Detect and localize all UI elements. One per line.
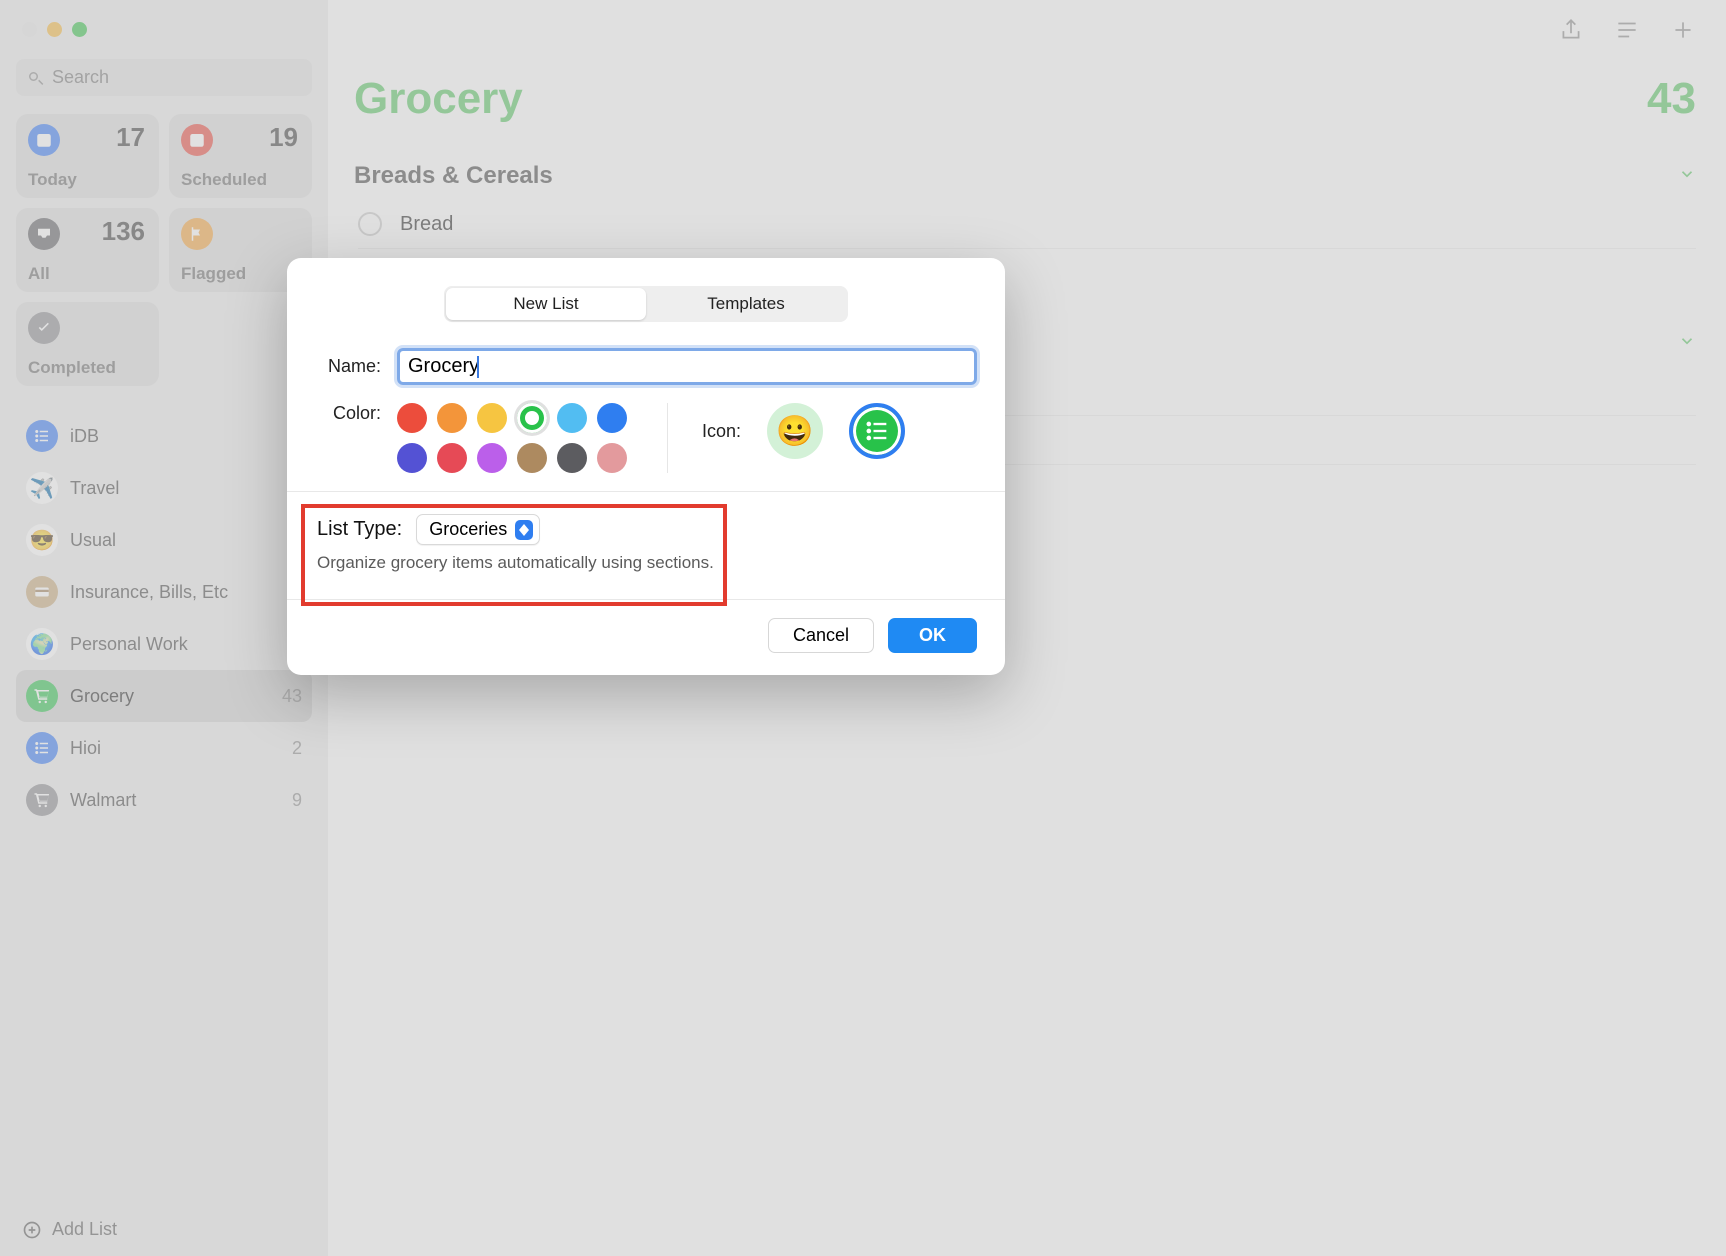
tab-new-list[interactable]: New List xyxy=(446,288,646,320)
color-swatch[interactable] xyxy=(557,403,587,433)
color-swatch[interactable] xyxy=(597,403,627,433)
ok-button[interactable]: OK xyxy=(888,618,977,653)
color-picker xyxy=(397,403,627,473)
dialog-tab-bar: New List Templates xyxy=(444,286,848,322)
color-swatch[interactable] xyxy=(517,443,547,473)
list-type-description: Organize grocery items automatically usi… xyxy=(317,553,975,573)
name-row: Name: Grocery xyxy=(315,348,977,385)
cancel-button[interactable]: Cancel xyxy=(768,618,874,653)
color-swatch[interactable] xyxy=(437,443,467,473)
updown-arrows-icon xyxy=(515,520,533,540)
color-swatch[interactable] xyxy=(437,403,467,433)
color-swatch[interactable] xyxy=(597,443,627,473)
list-type-select[interactable]: Groceries xyxy=(416,514,540,545)
color-swatch[interactable] xyxy=(397,443,427,473)
smile-emoji-icon: 😀 xyxy=(776,414,813,449)
color-label: Color: xyxy=(315,403,381,473)
divider xyxy=(287,491,1005,492)
name-label: Name: xyxy=(315,356,381,377)
color-swatch[interactable] xyxy=(557,443,587,473)
list-name-value: Grocery xyxy=(408,355,479,377)
tab-templates[interactable]: Templates xyxy=(646,288,846,320)
icon-option-bullet-list[interactable] xyxy=(849,403,905,459)
text-cursor xyxy=(477,356,479,378)
new-list-dialog: New List Templates Name: Grocery Color: … xyxy=(287,258,1005,675)
color-swatch[interactable] xyxy=(477,403,507,433)
divider xyxy=(287,599,1005,600)
list-type-value: Groceries xyxy=(429,519,507,540)
icon-option-emoji[interactable]: 😀 xyxy=(767,403,823,459)
color-swatch[interactable] xyxy=(517,403,547,433)
color-swatch[interactable] xyxy=(397,403,427,433)
color-swatch[interactable] xyxy=(477,443,507,473)
list-name-input[interactable]: Grocery xyxy=(397,348,977,385)
icon-label: Icon: xyxy=(702,421,741,442)
divider xyxy=(667,403,668,473)
bullet-list-icon xyxy=(863,417,891,445)
list-type-label: List Type: xyxy=(317,518,402,541)
